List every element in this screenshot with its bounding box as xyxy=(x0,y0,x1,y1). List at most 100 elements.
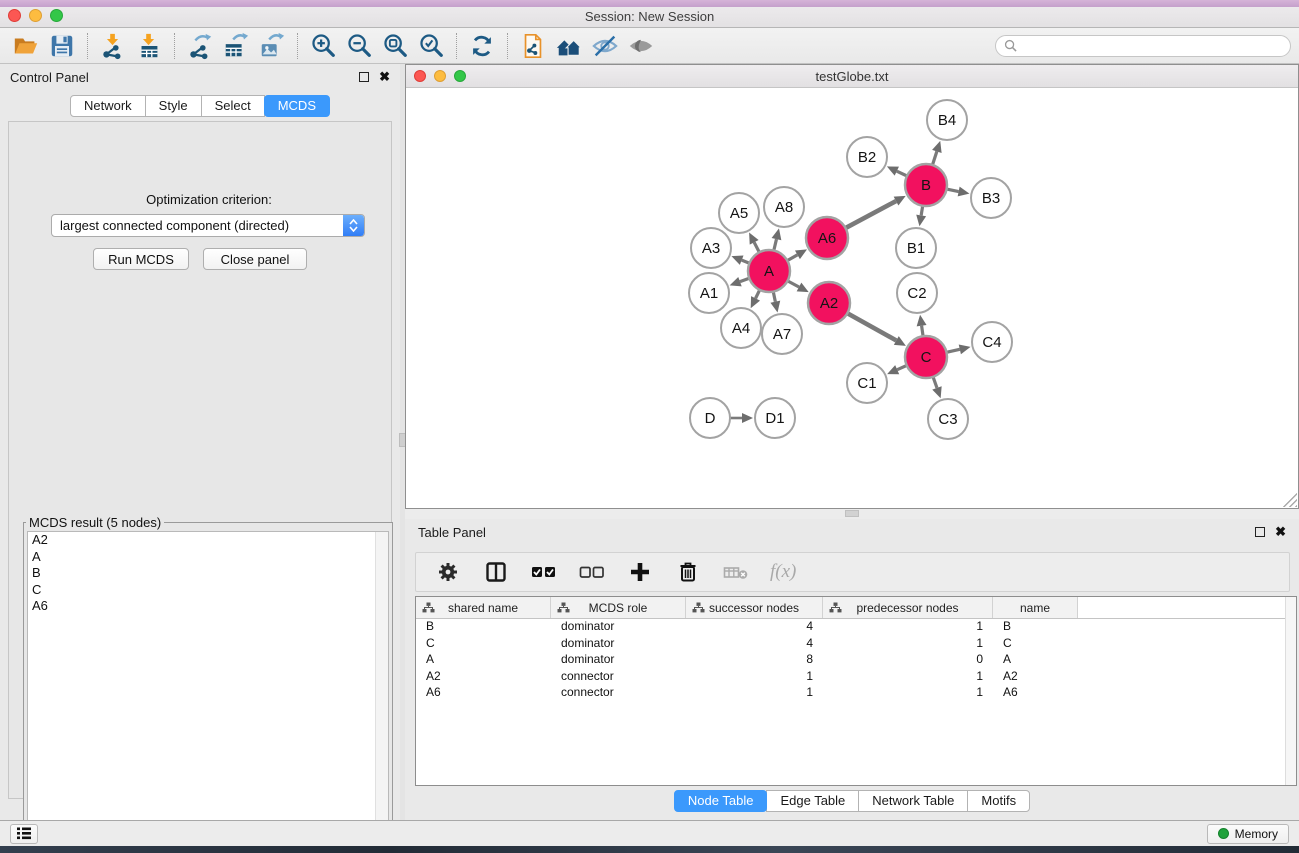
edge-A-A8[interactable] xyxy=(774,239,777,250)
table-cell[interactable]: A6 xyxy=(416,685,551,702)
edge-A-A6[interactable] xyxy=(787,255,797,261)
table-cell[interactable]: 1 xyxy=(686,669,823,686)
zoom-out-button[interactable] xyxy=(341,31,377,61)
edge-C-C2[interactable] xyxy=(922,326,923,337)
export-table-button[interactable] xyxy=(218,31,254,61)
close-panel-button[interactable]: Close panel xyxy=(203,248,307,270)
table-cell[interactable]: 0 xyxy=(823,652,993,669)
edge-C-C4[interactable] xyxy=(946,349,959,352)
network-canvas[interactable]: AA1A2A3A4A5A6A7A8BB1B2B3B4CC1C2C3C4DD1 xyxy=(406,88,1298,508)
table-cell[interactable]: A2 xyxy=(416,669,551,686)
edge-B-B1[interactable] xyxy=(921,206,923,216)
zoom-selected-button[interactable] xyxy=(413,31,449,61)
table-row[interactable]: Cdominator41C xyxy=(416,636,1296,653)
edge-C-C1[interactable] xyxy=(897,365,907,369)
unselect-all-button[interactable] xyxy=(578,558,606,586)
table-cell[interactable]: A xyxy=(416,652,551,669)
tab-style[interactable]: Style xyxy=(145,95,202,117)
edge-B-B3[interactable] xyxy=(947,189,959,191)
select-all-button[interactable] xyxy=(530,558,558,586)
tab-edge-table[interactable]: Edge Table xyxy=(766,790,859,812)
window-resize-grip[interactable] xyxy=(1283,493,1297,507)
table-cell[interactable]: dominator xyxy=(551,652,686,669)
result-list-scrollbar[interactable] xyxy=(375,532,388,851)
hide-selected-button[interactable] xyxy=(587,31,623,61)
table-cell[interactable]: B xyxy=(416,619,551,636)
tab-select[interactable]: Select xyxy=(201,95,265,117)
table-cell[interactable]: 4 xyxy=(686,619,823,636)
horizontal-split-divider[interactable] xyxy=(405,509,1299,519)
result-list-item[interactable]: A6 xyxy=(28,598,388,615)
app-titlebar[interactable]: Session: New Session xyxy=(0,0,1299,28)
delete-columns-button[interactable] xyxy=(674,558,702,586)
run-mcds-button[interactable]: Run MCDS xyxy=(93,248,189,270)
table-cell[interactable]: A6 xyxy=(993,685,1078,702)
table-cell[interactable]: connector xyxy=(551,685,686,702)
edge-A-A1[interactable] xyxy=(740,278,749,281)
table-cell[interactable]: dominator xyxy=(551,636,686,653)
table-cell[interactable]: A2 xyxy=(993,669,1078,686)
mcds-result-list[interactable]: A2ABCA6 xyxy=(27,531,389,852)
export-image-button[interactable] xyxy=(254,31,290,61)
save-session-button[interactable] xyxy=(44,31,80,61)
table-row[interactable]: Adominator80A xyxy=(416,652,1296,669)
refresh-button[interactable] xyxy=(464,31,500,61)
column-header-name[interactable]: name xyxy=(993,597,1078,618)
tab-network-table[interactable]: Network Table xyxy=(858,790,968,812)
edge-A-A5[interactable] xyxy=(754,242,759,252)
import-table-button[interactable] xyxy=(131,31,167,61)
edge-A-A2[interactable] xyxy=(788,281,799,287)
table-cell[interactable]: A xyxy=(993,652,1078,669)
close-panel-icon[interactable]: ✖ xyxy=(1275,527,1286,537)
home-layout-button[interactable] xyxy=(551,31,587,61)
export-network-button[interactable] xyxy=(182,31,218,61)
close-panel-icon[interactable]: ✖ xyxy=(379,72,390,82)
result-list-item[interactable]: A xyxy=(28,549,388,566)
table-cell[interactable]: 1 xyxy=(686,685,823,702)
column-header-predecessor-nodes[interactable]: predecessor nodes xyxy=(823,597,993,618)
divider-handle[interactable] xyxy=(845,510,859,517)
result-list-item[interactable]: A2 xyxy=(28,532,388,549)
float-panel-icon[interactable] xyxy=(359,72,369,82)
column-header-shared-name[interactable]: shared name xyxy=(416,597,551,618)
column-header-successor-nodes[interactable]: successor nodes xyxy=(686,597,823,618)
table-scrollbar[interactable] xyxy=(1285,597,1296,785)
table-cell[interactable]: 1 xyxy=(823,636,993,653)
zoom-fit-button[interactable] xyxy=(377,31,413,61)
table-cell[interactable]: B xyxy=(993,619,1078,636)
memory-button[interactable]: Memory xyxy=(1207,824,1289,844)
tab-network[interactable]: Network xyxy=(70,95,146,117)
edge-A-A3[interactable] xyxy=(742,260,750,263)
criterion-dropdown[interactable]: largest connected component (directed) xyxy=(51,214,365,237)
show-all-button[interactable] xyxy=(623,31,659,61)
table-row[interactable]: A6connector11A6 xyxy=(416,685,1296,702)
table-cell[interactable]: 1 xyxy=(823,619,993,636)
edge-A-A7[interactable] xyxy=(773,292,775,302)
clone-network-button[interactable] xyxy=(515,31,551,61)
zoom-in-button[interactable] xyxy=(305,31,341,61)
tab-motifs[interactable]: Motifs xyxy=(967,790,1030,812)
result-list-item[interactable]: B xyxy=(28,565,388,582)
result-list-item[interactable]: C xyxy=(28,582,388,599)
table-cell[interactable]: 8 xyxy=(686,652,823,669)
edge-B-B4[interactable] xyxy=(932,151,936,165)
table-row[interactable]: Bdominator41B xyxy=(416,619,1296,636)
float-panel-icon[interactable] xyxy=(1255,527,1265,537)
edge-A6-B[interactable] xyxy=(846,201,897,228)
table-cell[interactable]: 4 xyxy=(686,636,823,653)
edge-A2-C[interactable] xyxy=(847,313,896,340)
show-columns-button[interactable] xyxy=(482,558,510,586)
open-session-button[interactable] xyxy=(8,31,44,61)
import-network-button[interactable] xyxy=(95,31,131,61)
table-cell[interactable]: C xyxy=(993,636,1078,653)
tab-node-table[interactable]: Node Table xyxy=(674,790,768,812)
tab-mcds[interactable]: MCDS xyxy=(264,95,330,117)
edge-A-A4[interactable] xyxy=(756,290,760,299)
column-header-mcds-role[interactable]: MCDS role xyxy=(551,597,686,618)
search-input[interactable] xyxy=(1022,39,1282,53)
create-column-button[interactable] xyxy=(626,558,654,586)
task-history-button[interactable] xyxy=(10,824,38,844)
table-cell[interactable]: connector xyxy=(551,669,686,686)
table-row[interactable]: A2connector11A2 xyxy=(416,669,1296,686)
edge-B-B2[interactable] xyxy=(897,171,907,176)
